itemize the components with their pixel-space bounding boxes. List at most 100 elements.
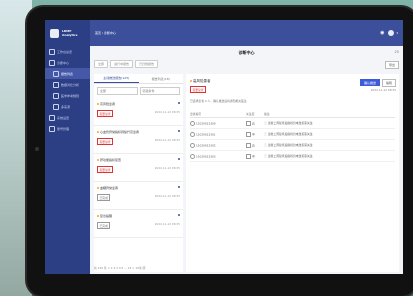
app-screen: LRMP Analytics 工作台总览 诊断中心 报告列表 数据对比分析 医学参考规则… [45, 20, 403, 274]
sidebar-item-label: 诊断中心 [57, 60, 70, 65]
status-dot-icon [97, 159, 99, 161]
list-item-title-text: 高风险患者 [100, 102, 116, 106]
sidebar-item[interactable]: 账号管理 [45, 123, 90, 134]
tab-push-reports[interactable]: 主动推送报告(125) [94, 74, 139, 83]
cell-note: ⓘ患者上周复查后指标仍未改善需关注 [264, 121, 395, 125]
nav-icon [49, 114, 55, 121]
sidebar-item[interactable]: 报告列表 [45, 68, 90, 79]
cell-note-text: 患者上周复查后指标仍未改善需关注 [267, 121, 313, 125]
sidebar-item[interactable]: 工作台总览 [45, 46, 90, 57]
filter-archived[interactable]: 已归档报告 [135, 60, 159, 68]
col-patient-id: 患者编号 [190, 111, 202, 116]
cell-level-text: 高 [252, 143, 255, 147]
list-item-tag: 需要复查 [97, 166, 114, 173]
table-body: 11020012300 高 ⓘ患者上周复查后指标仍未改善需关注 11020012301… [190, 118, 395, 162]
list-item[interactable]: 肝功能指标复查 需要复查 2022-11-12 08:35 [94, 154, 183, 182]
sidebar-item[interactable]: 诊断中心 [45, 57, 90, 68]
status-dot-icon [190, 80, 192, 82]
nav-icon [53, 92, 59, 99]
table-row[interactable]: 11020012302 高 ⓘ患者上周复查后指标仍未改善需关注 [190, 140, 395, 151]
sidebar-item-label: 报告列表 [61, 71, 74, 76]
list-item[interactable]: 高风险患者 需要复查 2022-11-12 08:35 [94, 98, 183, 126]
list-item[interactable]: 血糖异常患者 已完成 2022-11-12 08:35 [94, 182, 183, 210]
cell-note-text: 患者上周复查后指标仍未改善需关注 [267, 132, 313, 136]
sidebar-nav: 工作台总览诊断中心报告列表数据对比分析医学参考规则多来源系统设置账号管理 [45, 46, 90, 134]
list-item-title-text: 肝功能指标复查 [100, 158, 122, 162]
chevron-down-icon[interactable]: ▾ [396, 31, 398, 35]
cell-level: 中 [246, 131, 264, 137]
logo-icon [50, 28, 59, 38]
list-item-title-text: 心血管异常指标持续升高患者 [100, 130, 140, 134]
detail-subtitle: 已选择患者 4 人，确认推送后将通知相关医生 [190, 99, 247, 103]
cell-level-text: 中 [252, 154, 255, 158]
filter-bar: 全部 进行中报告 已归档报告 [94, 60, 159, 68]
radio-button[interactable] [190, 120, 195, 126]
list-item-date: 2022-11-12 08:35 [154, 138, 180, 142]
unread-dot-icon [178, 214, 180, 216]
sidebar-item[interactable]: 多来源 [45, 101, 90, 112]
table-header: 患者编号 关注度 备注 [190, 110, 395, 118]
checkbox[interactable] [246, 131, 251, 137]
status-dot-icon [97, 215, 99, 217]
cell-level: 中 [246, 153, 264, 159]
export-button[interactable]: 导出 [384, 61, 399, 69]
camera-dot [35, 147, 39, 151]
filter-in-progress[interactable]: 进行中报告 [110, 60, 134, 68]
cell-patient-id-text: 11020012302 [196, 143, 216, 147]
radio-button[interactable] [190, 153, 195, 159]
nav-icon [53, 70, 59, 77]
info-icon: ⓘ [264, 154, 267, 158]
page-title: 诊断中心 [238, 50, 255, 55]
detail-title: 高风险患者 [190, 79, 211, 84]
bell-icon[interactable]: ◉ [380, 30, 384, 36]
cell-note-text: 患者上周复查后指标仍未改善需关注 [267, 154, 313, 158]
report-detail-panel: 高风险患者 需要复查 确认推送 编辑 2022-11-12 08:35 已选择患… [186, 74, 399, 272]
list-item-tag: 需要复查 [97, 138, 114, 145]
table-row[interactable]: 11020012301 中 ⓘ患者上周复查后指标仍未改善需关注 [190, 129, 395, 140]
radio-button[interactable] [190, 142, 195, 148]
unread-dot-icon [178, 158, 180, 160]
sidebar-item-label: 系统设置 [57, 115, 70, 120]
list-item-date: 2022-11-12 08:35 [154, 222, 180, 226]
sidebar-item[interactable]: 系统设置 [45, 112, 90, 123]
avatar[interactable] [388, 30, 395, 36]
checkbox[interactable] [246, 142, 251, 148]
sidebar: LRMP Analytics 工作台总览 诊断中心 报告列表 数据对比分析 医学参考规则… [45, 20, 90, 274]
confirm-push-button[interactable]: 确认推送 [359, 79, 380, 86]
breadcrumb[interactable]: 首页 / 诊断中心 [95, 31, 380, 35]
checkbox[interactable] [246, 153, 251, 159]
status-dot-icon [97, 131, 99, 133]
tab-report-list[interactable]: 报告列表(18) [139, 74, 184, 83]
condition-select[interactable]: 筛选条件 [139, 87, 180, 95]
info-icon: ⓘ [264, 143, 267, 147]
list-item[interactable]: 心血管异常指标持续升高患者 需要复查 2022-11-12 08:35 [94, 126, 183, 154]
list-item[interactable]: 复诊提醒 已完成 2022-11-12 08:35 [94, 210, 183, 238]
cell-note: ⓘ患者上周复查后指标仍未改善需关注 [264, 132, 395, 136]
list-filter-row: 全部 筛选条件 [94, 84, 183, 98]
list-item-tag: 已完成 [97, 222, 111, 229]
filter-all[interactable]: 全部 [94, 60, 109, 68]
table-row[interactable]: 11020012300 高 ⓘ患者上周复查后指标仍未改善需关注 [190, 118, 395, 129]
cell-level-text: 中 [252, 132, 255, 136]
top-bar: 首页 / 诊断中心 ◉ ▾ [90, 20, 403, 46]
checkbox[interactable] [246, 120, 251, 126]
cell-patient-id-text: 11020012300 [196, 121, 216, 125]
sidebar-item-label: 医学参考规则 [61, 93, 80, 98]
table-row[interactable]: 11020012303 中 ⓘ患者上周复查后指标仍未改善需关注 [190, 151, 395, 162]
status-select[interactable]: 全部 [97, 87, 138, 95]
unread-dot-icon [178, 186, 180, 188]
patient-table: 患者编号 关注度 备注 11020012300 高 ⓘ患者上周复查后指标仍未改善需关… [190, 110, 395, 162]
report-list-panel: 主动推送报告(125) 报告列表(18) 全部 筛选条件 高风险患者需要复查 20… [94, 74, 183, 272]
list-item-tag: 需要复查 [97, 110, 114, 117]
status-badge: 需要复查 [190, 86, 207, 93]
unread-dot-icon [178, 102, 180, 104]
cell-note: ⓘ患者上周复查后指标仍未改善需关注 [264, 143, 395, 147]
list-item-date: 2022-11-12 08:35 [154, 194, 180, 198]
radio-button[interactable] [190, 131, 195, 137]
cell-patient-id: 11020012302 [190, 142, 246, 148]
sidebar-item[interactable]: 医学参考规则 [45, 90, 90, 101]
edit-button[interactable]: 编辑 [381, 79, 396, 87]
cell-level: 高 [246, 142, 264, 148]
sidebar-item[interactable]: 数据对比分析 [45, 79, 90, 90]
pagination[interactable]: 共 125 条 < 1 2 3 4 5 ... 13 > 10条/页 [94, 266, 146, 270]
